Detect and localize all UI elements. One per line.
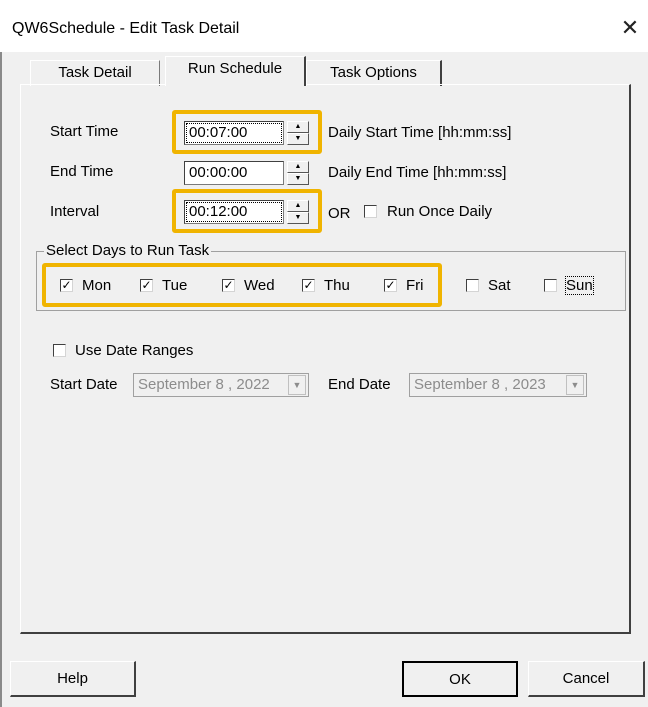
interval-spinner[interactable]: ▲ ▼ xyxy=(287,200,309,224)
start-time-input[interactable]: 00:07:00 xyxy=(184,121,284,145)
sat-checkbox[interactable] xyxy=(466,279,479,292)
spin-down-icon[interactable]: ▼ xyxy=(287,173,309,185)
select-days-group-title: Select Days to Run Task xyxy=(44,242,212,259)
start-date-value: September 8 , 2022 xyxy=(138,376,270,393)
tue-checkbox[interactable]: ✓ xyxy=(140,279,153,292)
tab-run-schedule[interactable]: Run Schedule xyxy=(165,56,306,86)
end-date-picker[interactable]: September 8 , 2023 xyxy=(409,373,587,397)
sat-label[interactable]: Sat xyxy=(488,277,511,294)
fri-checkbox[interactable]: ✓ xyxy=(384,279,397,292)
spin-up-icon[interactable]: ▲ xyxy=(287,121,309,133)
interval-input[interactable]: 00:12:00 xyxy=(184,200,284,224)
start-date-picker[interactable]: September 8 , 2022 xyxy=(133,373,309,397)
mon-checkbox[interactable]: ✓ xyxy=(60,279,73,292)
spin-up-icon[interactable]: ▲ xyxy=(287,161,309,173)
sun-label[interactable]: Sun xyxy=(565,276,594,295)
sun-checkbox[interactable] xyxy=(544,279,557,292)
mon-label[interactable]: Mon xyxy=(82,277,111,294)
run-once-daily-label[interactable]: Run Once Daily xyxy=(387,203,492,220)
chevron-down-icon[interactable]: ▼ xyxy=(566,375,584,395)
window-left-edge xyxy=(0,52,2,707)
thu-checkbox[interactable]: ✓ xyxy=(302,279,315,292)
start-time-label: Start Time xyxy=(50,123,119,140)
end-time-input[interactable]: 00:00:00 xyxy=(184,161,284,185)
wed-checkbox[interactable]: ✓ xyxy=(222,279,235,292)
end-date-label: End Date xyxy=(328,376,391,393)
tue-label[interactable]: Tue xyxy=(162,277,187,294)
run-once-daily-checkbox[interactable] xyxy=(364,205,377,218)
end-time-hint: Daily End Time [hh:mm:ss] xyxy=(328,164,507,181)
spin-down-icon[interactable]: ▼ xyxy=(287,133,309,145)
ok-button[interactable]: OK xyxy=(402,661,518,697)
close-icon[interactable]: ✕ xyxy=(616,14,644,42)
start-date-label: Start Date xyxy=(50,376,118,393)
window-title: QW6Schedule - Edit Task Detail xyxy=(12,20,240,37)
use-date-ranges-checkbox[interactable] xyxy=(53,344,66,357)
spin-down-icon[interactable]: ▼ xyxy=(287,212,309,224)
cancel-button[interactable]: Cancel xyxy=(528,661,645,697)
thu-label[interactable]: Thu xyxy=(324,277,350,294)
or-label: OR xyxy=(328,205,351,222)
tab-task-detail[interactable]: Task Detail xyxy=(30,60,160,86)
help-button[interactable]: Help xyxy=(10,661,136,697)
fri-label[interactable]: Fri xyxy=(406,277,424,294)
tab-task-options[interactable]: Task Options xyxy=(306,60,442,86)
interval-label: Interval xyxy=(50,203,100,220)
spin-up-icon[interactable]: ▲ xyxy=(287,200,309,212)
start-time-spinner[interactable]: ▲ ▼ xyxy=(287,121,309,145)
use-date-ranges-label[interactable]: Use Date Ranges xyxy=(75,342,193,359)
end-time-spinner[interactable]: ▲ ▼ xyxy=(287,161,309,185)
end-date-value: September 8 , 2023 xyxy=(414,376,546,393)
start-time-hint: Daily Start Time [hh:mm:ss] xyxy=(328,124,512,141)
title-bar: QW6Schedule - Edit Task Detail ✕ xyxy=(0,0,648,52)
end-time-label: End Time xyxy=(50,163,114,180)
wed-label[interactable]: Wed xyxy=(244,277,275,294)
chevron-down-icon[interactable]: ▼ xyxy=(288,375,306,395)
